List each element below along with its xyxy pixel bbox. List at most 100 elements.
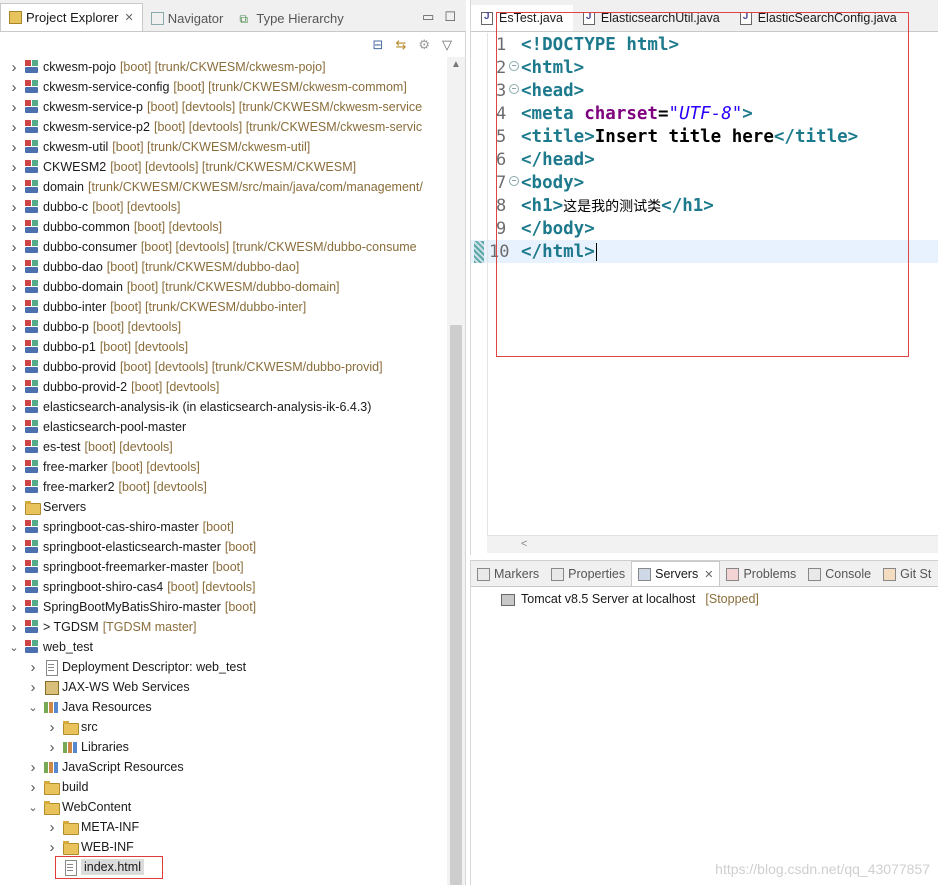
close-icon[interactable]: ✕ <box>704 568 713 581</box>
code-line[interactable]: 4 <meta charset="UTF-8"> <box>471 102 938 125</box>
chevron-right-icon[interactable]: › <box>8 519 20 536</box>
tree-item[interactable]: › CKWESM2 [boot] [devtools] [trunk/CKWESM/… <box>0 157 447 177</box>
chevron-right-icon[interactable]: › <box>8 279 20 296</box>
tree-item[interactable]: › dubbo-common [boot] [devtools] <box>0 217 447 237</box>
filter-icon[interactable]: ⚙ <box>418 37 430 53</box>
chevron-right-icon[interactable]: › <box>8 339 20 356</box>
tree-item[interactable]: › elasticsearch-pool-master <box>0 417 447 437</box>
tree-item[interactable]: index.html <box>0 857 447 877</box>
tree-item[interactable]: › WEB-INF <box>0 837 447 857</box>
chevron-right-icon[interactable]: › <box>8 499 20 516</box>
tab-servers[interactable]: Servers ✕ <box>631 561 721 586</box>
maximize-icon[interactable]: ☐ <box>444 9 456 25</box>
tree-item[interactable]: › ckwesm-service-p [boot] [devtools] [trun… <box>0 97 447 117</box>
tab-project-explorer[interactable]: Project Explorer ✕ <box>0 3 143 31</box>
chevron-right-icon[interactable]: › <box>8 559 20 576</box>
tree-item[interactable]: › dubbo-domain [boot] [trunk/CKWESM/dubbo-… <box>0 277 447 297</box>
scrollbar-thumb[interactable] <box>450 325 462 885</box>
code-line[interactable]: 6 </head> <box>471 148 938 171</box>
chevron-right-icon[interactable]: › <box>8 459 20 476</box>
chevron-right-icon[interactable]: › <box>8 219 20 236</box>
chevron-right-icon[interactable]: › <box>27 779 39 796</box>
chevron-down-icon[interactable]: ⌄ <box>27 701 39 714</box>
chevron-right-icon[interactable]: › <box>8 419 20 436</box>
tree-item[interactable]: › ckwesm-pojo [boot] [trunk/CKWESM/ckwesm-… <box>0 57 447 77</box>
server-row[interactable]: Tomcat v8.5 Server at localhost [Stopped… <box>499 589 759 609</box>
close-icon[interactable]: ✕ <box>124 11 133 24</box>
code-line[interactable]: 5 <title>Insert title here</title> <box>471 125 938 148</box>
tree-item[interactable]: › ckwesm-service-p2 [boot] [devtools] [tru… <box>0 117 447 137</box>
tree-item[interactable]: › elasticsearch-analysis-ik (in elasticsea… <box>0 397 447 417</box>
chevron-right-icon[interactable]: › <box>27 679 39 696</box>
tree-item[interactable]: › dubbo-provid [boot] [devtools] [trunk/CK… <box>0 357 447 377</box>
tree-item[interactable]: › ckwesm-service-config [boot] [trunk/CKWE… <box>0 77 447 97</box>
chevron-right-icon[interactable]: › <box>8 319 20 336</box>
tree-item[interactable]: › SpringBootMyBatisShiro-master [boot] <box>0 597 447 617</box>
chevron-right-icon[interactable]: › <box>8 599 20 616</box>
chevron-right-icon[interactable]: › <box>8 399 20 416</box>
fold-toggle-icon[interactable]: − <box>509 176 519 186</box>
tab-markers[interactable]: Markers <box>471 562 545 586</box>
chevron-right-icon[interactable]: › <box>46 739 58 756</box>
tree-item[interactable]: › springboot-cas-shiro-master [boot] <box>0 517 447 537</box>
tab-console[interactable]: Console <box>802 562 877 586</box>
code-line[interactable]: 10 </html> <box>471 240 938 263</box>
code-line[interactable]: 7− <body> <box>471 171 938 194</box>
collapse-all-icon[interactable]: ⊟ <box>373 37 384 53</box>
tree-item[interactable]: › META-INF <box>0 817 447 837</box>
chevron-right-icon[interactable]: › <box>8 79 20 96</box>
code-line[interactable]: 9 </body> <box>471 217 938 240</box>
chevron-right-icon[interactable]: › <box>8 479 20 496</box>
tree-item[interactable]: › dubbo-p1 [boot] [devtools] <box>0 337 447 357</box>
chevron-right-icon[interactable]: › <box>8 579 20 596</box>
tree-item[interactable]: › es-test [boot] [devtools] <box>0 437 447 457</box>
chevron-down-icon[interactable]: ⌄ <box>27 801 39 814</box>
chevron-right-icon[interactable]: › <box>8 359 20 376</box>
tree-item[interactable]: › free-marker2 [boot] [devtools] <box>0 477 447 497</box>
tab-properties[interactable]: Properties <box>545 562 631 586</box>
tree-item[interactable]: › domain [trunk/CKWESM/CKWESM/src/main/jav… <box>0 177 447 197</box>
fold-toggle-icon[interactable]: − <box>509 61 519 71</box>
chevron-right-icon[interactable]: › <box>8 259 20 276</box>
chevron-right-icon[interactable]: › <box>27 759 39 776</box>
chevron-right-icon[interactable]: › <box>8 299 20 316</box>
chevron-right-icon[interactable]: › <box>8 199 20 216</box>
fold-toggle-icon[interactable]: − <box>509 84 519 94</box>
view-menu-icon[interactable]: ▽ <box>442 37 452 53</box>
code-line[interactable]: 8 <h1>这是我的测试类</h1> <box>471 194 938 217</box>
tab-problems[interactable]: Problems <box>720 562 802 586</box>
tab-elasticsearchutil-java[interactable]: ElasticsearchUtil.java <box>573 5 730 31</box>
tree-item[interactable]: › dubbo-consumer [boot] [devtools] [trunk/… <box>0 237 447 257</box>
explorer-scrollbar[interactable]: ▲ <box>447 57 465 885</box>
chevron-right-icon[interactable]: › <box>46 819 58 836</box>
tree-item[interactable]: › src <box>0 717 447 737</box>
tree-item[interactable]: › > TGDSM [TGDSM master] <box>0 617 447 637</box>
tree-item[interactable]: › build <box>0 777 447 797</box>
tab-estest-java[interactable]: EsTest.java <box>471 5 573 31</box>
tree-item[interactable]: › free-marker [boot] [devtools] <box>0 457 447 477</box>
chevron-right-icon[interactable]: › <box>46 839 58 856</box>
tree-item[interactable]: › dubbo-provid-2 [boot] [devtools] <box>0 377 447 397</box>
chevron-right-icon[interactable]: › <box>8 439 20 456</box>
chevron-right-icon[interactable]: › <box>8 379 20 396</box>
chevron-right-icon[interactable]: › <box>8 119 20 136</box>
minimize-icon[interactable]: ▭ <box>422 9 434 25</box>
chevron-right-icon[interactable]: › <box>8 239 20 256</box>
code-line[interactable]: 1 <!DOCTYPE html> <box>471 33 938 56</box>
chevron-right-icon[interactable]: › <box>8 99 20 116</box>
code-line[interactable]: 2− <html> <box>471 56 938 79</box>
tree-item[interactable]: ⌄ Java Resources <box>0 697 447 717</box>
chevron-down-icon[interactable]: ⌄ <box>8 641 20 654</box>
tree-item[interactable]: › Servers <box>0 497 447 517</box>
chevron-right-icon[interactable]: › <box>46 719 58 736</box>
link-with-editor-icon[interactable]: ⇆ <box>395 37 406 53</box>
scroll-up-icon[interactable]: ▲ <box>451 59 461 70</box>
tab-git-staging[interactable]: Git St <box>877 562 937 586</box>
chevron-right-icon[interactable]: › <box>27 659 39 676</box>
tree-item[interactable]: › dubbo-c [boot] [devtools] <box>0 197 447 217</box>
tab-type-hierarchy[interactable]: ⧉ Type Hierarchy <box>231 5 351 31</box>
chevron-right-icon[interactable]: › <box>8 159 20 176</box>
chevron-right-icon[interactable]: › <box>8 619 20 636</box>
tree-item[interactable]: › JavaScript Resources <box>0 757 447 777</box>
code-line[interactable]: 3− <head> <box>471 79 938 102</box>
